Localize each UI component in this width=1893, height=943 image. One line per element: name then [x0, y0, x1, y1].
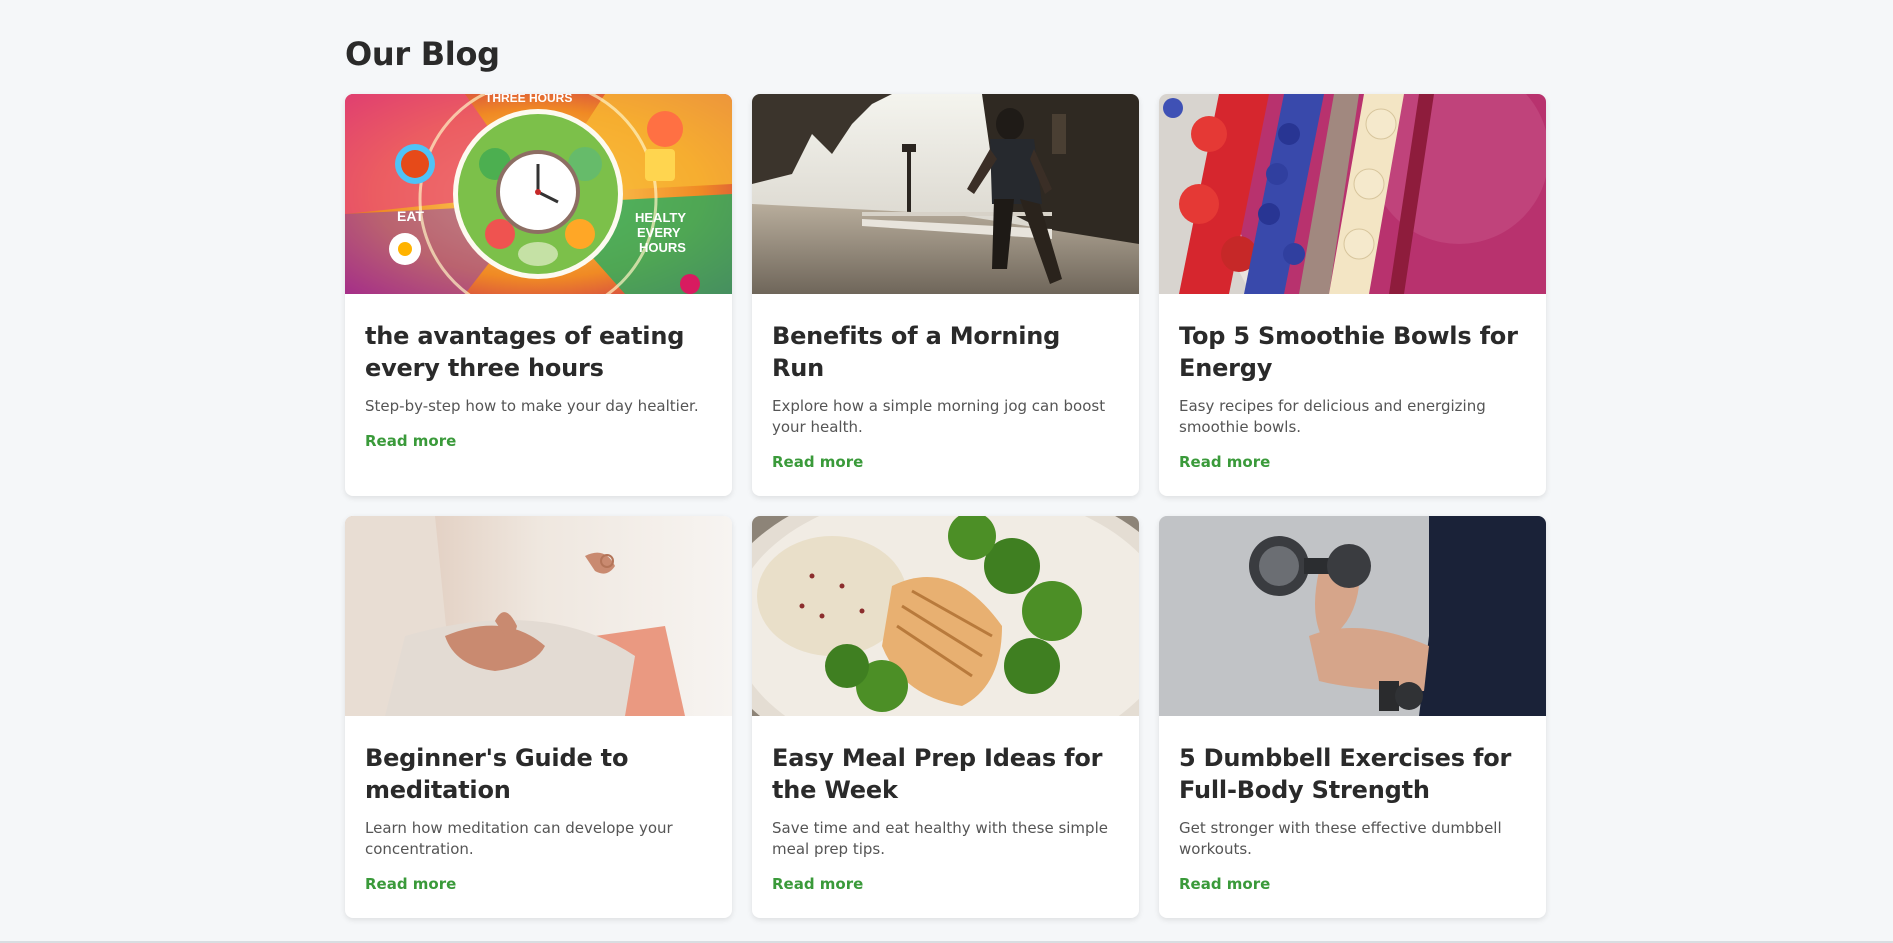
chicken-broccoli-quinoa-photo: [752, 516, 1139, 716]
read-more-link[interactable]: Read more: [1179, 453, 1270, 471]
blog-card-description: Save time and eat healthy with these sim…: [772, 819, 1108, 858]
blog-card-image[interactable]: [1159, 516, 1546, 716]
image-text-hours: HOURS: [639, 240, 686, 255]
blog-card-title[interactable]: 5 Dumbbell Exercises for Full-Body Stren…: [1179, 742, 1526, 806]
blog-card[interactable]: Top 5 Smoothie Bowls for Energy Easy rec…: [1159, 94, 1546, 496]
healthy-meal-clock-illustration: EAT THREE HOURS HEALTY EVERY HOURS: [345, 94, 732, 294]
blog-card-image[interactable]: EAT THREE HOURS HEALTY EVERY HOURS: [345, 94, 732, 294]
blog-card-title[interactable]: Benefits of a Morning Run: [772, 320, 1119, 384]
image-text-eat: EAT: [397, 208, 424, 224]
page-title: Our Blog: [345, 35, 500, 73]
blog-card-body: the avantages of eating every three hour…: [345, 294, 732, 470]
blog-card-body: Beginner's Guide to meditation Learn how…: [345, 716, 732, 913]
blog-card-body: Benefits of a Morning Run Explore how a …: [752, 294, 1139, 491]
blog-card[interactable]: Benefits of a Morning Run Explore how a …: [752, 94, 1139, 496]
image-text-every: EVERY: [637, 225, 681, 240]
blog-card-description: Explore how a simple morning jog can boo…: [772, 397, 1106, 436]
blog-card-image[interactable]: [345, 516, 732, 716]
blog-card-title[interactable]: Easy Meal Prep Ideas for the Week: [772, 742, 1119, 806]
blog-card-title[interactable]: the avantages of eating every three hour…: [365, 320, 712, 384]
image-text-healty: HEALTY: [635, 210, 686, 225]
blog-card-description: Learn how meditation can develope your c…: [365, 819, 673, 858]
meditation-hands-photo: [345, 516, 732, 716]
page: Our Blog EAT THREE HOURS HEALTY EVERY HO…: [0, 0, 1893, 943]
blog-section: Our Blog EAT THREE HOURS HEALTY EVERY HO…: [345, 34, 1546, 918]
blog-card-image[interactable]: [1159, 94, 1546, 294]
read-more-link[interactable]: Read more: [1179, 875, 1270, 893]
blog-card-image[interactable]: [752, 516, 1139, 716]
blog-card-title[interactable]: Beginner's Guide to meditation: [365, 742, 712, 806]
blog-card-body: Easy Meal Prep Ideas for the Week Save t…: [752, 716, 1139, 913]
dumbbell-curl-photo: [1159, 516, 1546, 716]
blog-card-description: Get stronger with these effective dumbbe…: [1179, 819, 1502, 858]
runner-on-bridge-photo: [752, 94, 1139, 294]
read-more-link[interactable]: Read more: [772, 453, 863, 471]
blog-grid: EAT THREE HOURS HEALTY EVERY HOURS the a…: [345, 94, 1546, 918]
blog-card-image[interactable]: [752, 94, 1139, 294]
blog-card[interactable]: EAT THREE HOURS HEALTY EVERY HOURS the a…: [345, 94, 732, 496]
blog-card[interactable]: Beginner's Guide to meditation Learn how…: [345, 516, 732, 918]
read-more-link[interactable]: Read more: [772, 875, 863, 893]
read-more-link[interactable]: Read more: [365, 875, 456, 893]
blog-card-description: Easy recipes for delicious and energizin…: [1179, 397, 1486, 436]
image-text-three-hours: THREE HOURS: [485, 94, 572, 105]
smoothie-bowl-photo: [1159, 94, 1546, 294]
blog-card-title[interactable]: Top 5 Smoothie Bowls for Energy: [1179, 320, 1526, 384]
read-more-link[interactable]: Read more: [365, 432, 456, 450]
blog-card[interactable]: 5 Dumbbell Exercises for Full-Body Stren…: [1159, 516, 1546, 918]
blog-card-body: 5 Dumbbell Exercises for Full-Body Stren…: [1159, 716, 1546, 913]
blog-card-description: Step-by-step how to make your day healti…: [365, 397, 699, 415]
blog-card[interactable]: Easy Meal Prep Ideas for the Week Save t…: [752, 516, 1139, 918]
blog-card-body: Top 5 Smoothie Bowls for Energy Easy rec…: [1159, 294, 1546, 491]
